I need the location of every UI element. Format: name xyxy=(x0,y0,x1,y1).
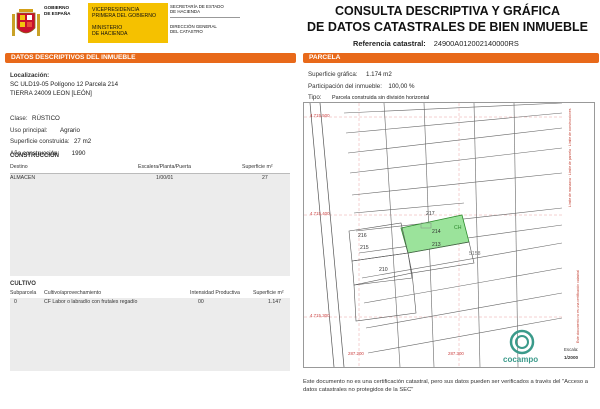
cadastral-map[interactable]: 217 214 216 215 213 210 5158 CH 4.715.50… xyxy=(303,102,563,368)
page-title: CONSULTA DESCRIPTIVA Y GRÁFICA xyxy=(334,4,560,18)
coord-label: 287.300 xyxy=(448,351,464,356)
table-row: ALMACEN 1/00/01 27 xyxy=(10,175,268,181)
construccion-title: CONSTRUCCIÓN xyxy=(10,153,59,159)
parcela-details: Superficie gráfica: 1.174 m2 Participaci… xyxy=(308,71,430,101)
ministerio-label: MINISTERIO DE HACIENDA xyxy=(92,25,128,38)
parcel-label: 213 xyxy=(432,242,441,248)
direccion-label: DIRECCIÓN GENERAL DEL CATASTRO xyxy=(170,23,217,35)
cultivo-table-body: 0 CF Labor o labradío con frutales regad… xyxy=(10,298,290,371)
coat-of-arms-icon xyxy=(12,9,40,36)
datos-descriptivos-header: DATOS DESCRIPTIVOS DEL INMUEBLE xyxy=(5,53,296,63)
cocampo-logo-text: cocampo xyxy=(503,355,539,364)
cultivo-title: CULTIVO xyxy=(10,281,36,287)
localizacion-block: Localización: SC ULD19-05 Polígono 12 Pa… xyxy=(10,72,119,97)
coord-label: 4.715.500 xyxy=(310,113,330,118)
escala-label: Escala: xyxy=(564,347,579,352)
legend-item: Límite de manzana xyxy=(568,178,572,207)
parcel-label: 5158 xyxy=(469,251,481,257)
side-disclaimer: Este documento no es una certificación c… xyxy=(576,270,580,343)
coord-label: 4.715.400 xyxy=(310,211,330,216)
escala-value: 1/2000 xyxy=(564,355,579,360)
parcel-label: 210 xyxy=(379,267,388,273)
legend-item: Límite de construcciones xyxy=(568,108,572,147)
parcela-header: PARCELA xyxy=(303,53,599,63)
parcel-label: 214 xyxy=(432,229,441,235)
parcel-label: 217 xyxy=(426,211,435,217)
cocampo-logo-icon xyxy=(509,329,535,355)
ministry-banner: VICEPRESIDENCIA PRIMERA DEL GOBIERNO MIN… xyxy=(88,3,168,43)
construccion-table-body: ALMACEN 1/00/01 27 xyxy=(10,174,290,276)
page-subtitle: DE DATOS CATASTRALES DE BIEN INMUEBLE xyxy=(306,20,589,34)
footer-note: Este documento no es una certificación c… xyxy=(303,379,588,393)
legend-item: Límite de parcela xyxy=(568,149,572,176)
coord-label: 287.200 xyxy=(348,351,364,356)
vicepresidencia-label: VICEPRESIDENCIA PRIMERA DEL GOBIERNO xyxy=(92,7,157,20)
parcel-label: 215 xyxy=(360,245,369,251)
gobierno-label: GOBIERNO DE ESPAÑA xyxy=(44,5,71,16)
table-row: 0 CF Labor o labradío con frutales regad… xyxy=(14,299,281,305)
legend-strip: Límite de manzana · Límite de parcela · … xyxy=(562,102,595,368)
inmueble-details: Clase: RÚSTICO Uso principal: Agrario Su… xyxy=(10,115,92,157)
ch-label: CH xyxy=(454,225,462,231)
construccion-table-header: Destino Escalera/Planta/Puerta Superfici… xyxy=(10,163,290,174)
referencia-catastral: Referencia catastral: 24900A012002140000R… xyxy=(353,39,519,48)
parcel-map-drawing xyxy=(304,103,562,367)
parcel-label: 216 xyxy=(358,233,367,239)
secretaria-label: SECRETARÍA DE ESTADO DE HACIENDA DIRECCI… xyxy=(170,4,240,35)
coord-label: 4.715.300 xyxy=(310,313,330,318)
